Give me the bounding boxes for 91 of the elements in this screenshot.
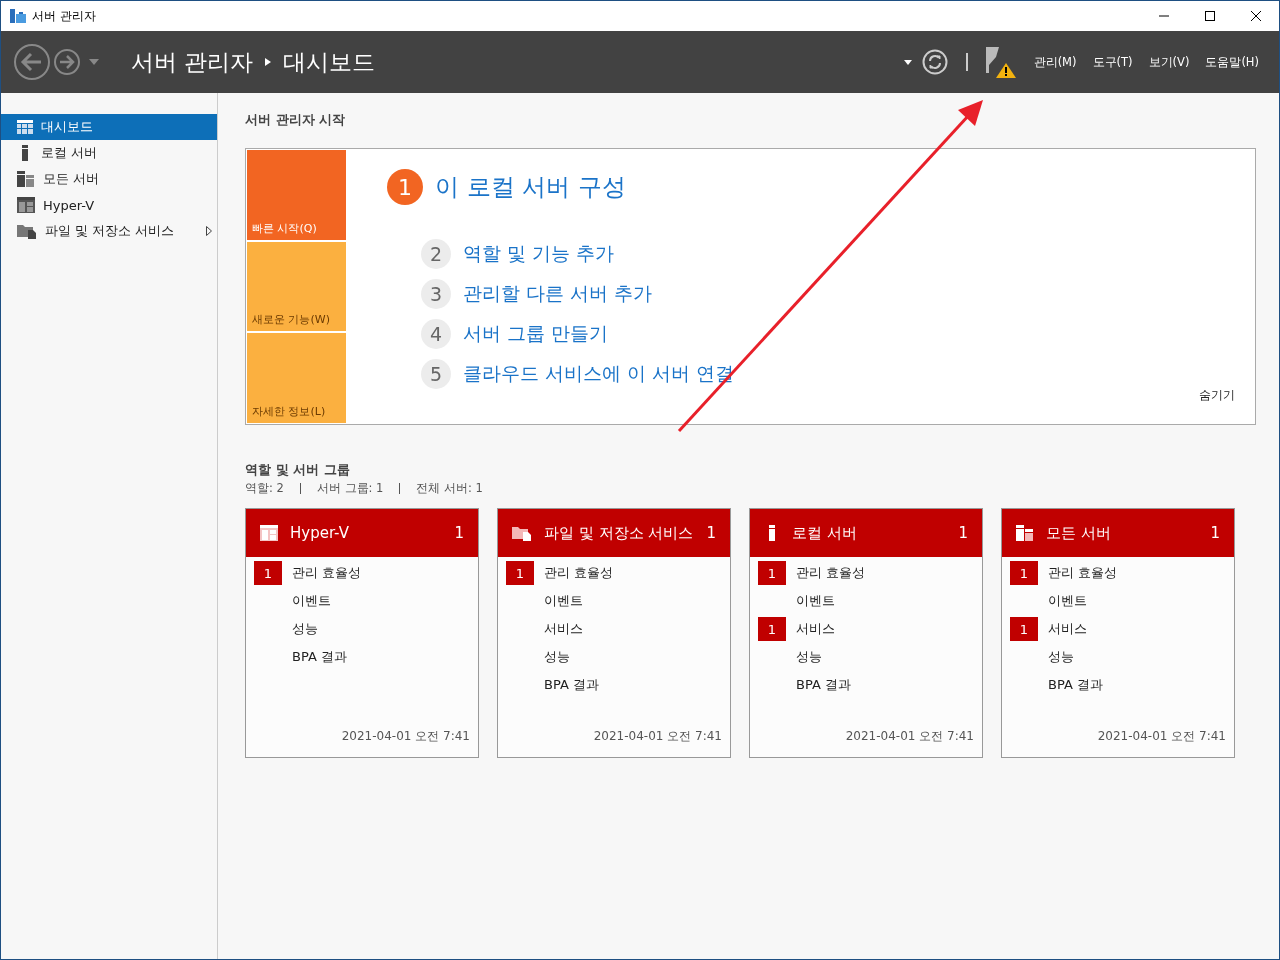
tile-item-link[interactable]: 이벤트	[544, 592, 583, 610]
timestamp: 2021-04-01 오전 7:41	[1096, 728, 1227, 745]
dashboard-icon	[17, 120, 33, 134]
menu-item[interactable]: 도움말(H)	[1205, 54, 1259, 70]
tile-title: 모든 서버	[1046, 524, 1112, 542]
tile-item-link[interactable]: 이벤트	[1048, 592, 1087, 610]
servers-icon	[1016, 525, 1034, 541]
tile-item-link[interactable]: 관리 효율성	[1048, 564, 1118, 582]
tile-item-link[interactable]: 관리 효율성	[796, 564, 866, 582]
step-number: 3	[421, 279, 451, 309]
menu-item[interactable]: 도구(T)	[1092, 54, 1133, 70]
tile-count: 1	[454, 524, 464, 542]
tile-item-link[interactable]: 이벤트	[796, 592, 835, 610]
sidebar-item[interactable]: 파일 및 저장소 서비스	[1, 218, 217, 244]
hide-link[interactable]: 숨기기	[1199, 387, 1235, 404]
back-icon[interactable]	[13, 43, 51, 81]
tile-item-link[interactable]: BPA 결과	[1048, 676, 1103, 694]
dropdown-caret-icon[interactable]	[903, 59, 912, 65]
step-link[interactable]: 이 로컬 서버 구성	[435, 171, 626, 203]
tile-count: 1	[1210, 524, 1220, 542]
section-title: 역할 및 서버 그룹	[245, 461, 351, 479]
role-tile[interactable]: Hyper-V 1 1 관리 효율성 이벤트 성능 BPA 결과 2021-04-01 오전 7:41	[245, 508, 479, 758]
tile-item-link[interactable]: BPA 결과	[292, 648, 347, 666]
sidebar-item[interactable]: 대시보드	[1, 114, 217, 140]
sidebar-item[interactable]: 모든 서버	[1, 166, 217, 192]
tile-item-link[interactable]: 서비스	[796, 620, 835, 638]
alert-count: 1	[254, 561, 282, 585]
step-link[interactable]: 관리할 다른 서버 추가	[463, 281, 653, 307]
tile-title: 로컬 서버	[792, 524, 858, 542]
timestamp: 2021-04-01 오전 7:41	[592, 728, 723, 745]
tile-title: Hyper-V	[290, 524, 350, 542]
folder-icon	[17, 223, 37, 239]
alert-count: 1	[506, 561, 534, 585]
sidebar-item[interactable]: 로컬 서버	[1, 140, 217, 166]
hyperv-icon	[260, 525, 278, 541]
alert-count: 1	[1010, 617, 1038, 641]
window-title: 서버 관리자	[32, 7, 96, 25]
step-number: 4	[421, 319, 451, 349]
servers-icon	[17, 171, 35, 187]
tile-item-link[interactable]: 관리 효율성	[544, 564, 614, 582]
tile-item-link[interactable]: 성능	[292, 620, 318, 638]
section-title: 서버 관리자 시작	[245, 111, 347, 129]
sidebar-item[interactable]: Hyper-V	[1, 192, 217, 218]
summary-count: 전체 서버: 1	[416, 481, 483, 496]
tile-item-link[interactable]: 서비스	[544, 620, 583, 638]
role-tile[interactable]: 모든 서버 1 1 관리 효율성 이벤트 1 서비스 성능 BPA 결과 2021-04-01 오전 7:41	[1001, 508, 1235, 758]
step-number: 1	[387, 169, 423, 205]
alert-count: 1	[1010, 561, 1038, 585]
breadcrumb-current: 대시보드	[283, 47, 376, 77]
maximize-icon[interactable]	[1204, 10, 1216, 22]
folder-icon	[512, 525, 532, 541]
quick-start-tile[interactable]: 자세한 정보(L)	[247, 333, 346, 423]
expand-arrow-icon[interactable]	[206, 226, 212, 236]
tile-item-link[interactable]: 서비스	[1048, 620, 1087, 638]
tile-count: 1	[706, 524, 716, 542]
timestamp: 2021-04-01 오전 7:41	[340, 728, 471, 745]
step-link[interactable]: 서버 그룹 만들기	[463, 321, 609, 347]
tile-item-link[interactable]: BPA 결과	[796, 676, 851, 694]
tile-count: 1	[958, 524, 968, 542]
role-tile[interactable]: 로컬 서버 1 1 관리 효율성 이벤트 1 서비스 성능 BPA 결과 2021-04-01 오전 7:41	[749, 508, 983, 758]
app-icon	[10, 9, 26, 23]
step-link[interactable]: 역할 및 기능 추가	[463, 241, 615, 267]
tile-item-link[interactable]: 이벤트	[292, 592, 331, 610]
tile-header[interactable]: 파일 및 저장소 서비스 1	[498, 509, 730, 557]
flag-icon[interactable]	[985, 45, 1018, 79]
tile-item-link[interactable]: 성능	[544, 648, 570, 666]
timestamp: 2021-04-01 오전 7:41	[844, 728, 975, 745]
tile-header[interactable]: Hyper-V 1	[246, 509, 478, 557]
summary-count: 서버 그룹: 1	[316, 481, 384, 496]
tile-item-link[interactable]: BPA 결과	[544, 676, 599, 694]
forward-icon[interactable]	[53, 48, 81, 76]
breadcrumb-separator-icon	[265, 58, 272, 66]
refresh-icon[interactable]	[921, 49, 948, 75]
alert-count: 1	[758, 617, 786, 641]
tile-title: 파일 및 저장소 서비스	[544, 524, 695, 542]
summary-count: 역할: 2	[245, 481, 284, 496]
hyperv-icon	[17, 197, 35, 213]
tile-header[interactable]: 로컬 서버 1	[750, 509, 982, 557]
menu-item[interactable]: 관리(M)	[1033, 54, 1077, 70]
alert-count: 1	[758, 561, 786, 585]
breadcrumb-root[interactable]: 서버 관리자	[131, 46, 254, 78]
tile-item-link[interactable]: 성능	[1048, 648, 1074, 666]
step-number: 5	[421, 359, 451, 389]
menu-item[interactable]: 보기(V)	[1148, 54, 1190, 70]
quick-start-tile[interactable]: 새로운 기능(W)	[247, 241, 346, 332]
step-number: 2	[421, 239, 451, 269]
tile-item-link[interactable]: 관리 효율성	[292, 564, 362, 582]
role-tile[interactable]: 파일 및 저장소 서비스 1 1 관리 효율성 이벤트 서비스 성능 BPA 결과 2021-04-01 오전 7:41	[497, 508, 731, 758]
tile-header[interactable]: 모든 서버 1	[1002, 509, 1234, 557]
close-icon[interactable]	[1250, 10, 1262, 22]
tile-item-link[interactable]: 성능	[796, 648, 822, 666]
